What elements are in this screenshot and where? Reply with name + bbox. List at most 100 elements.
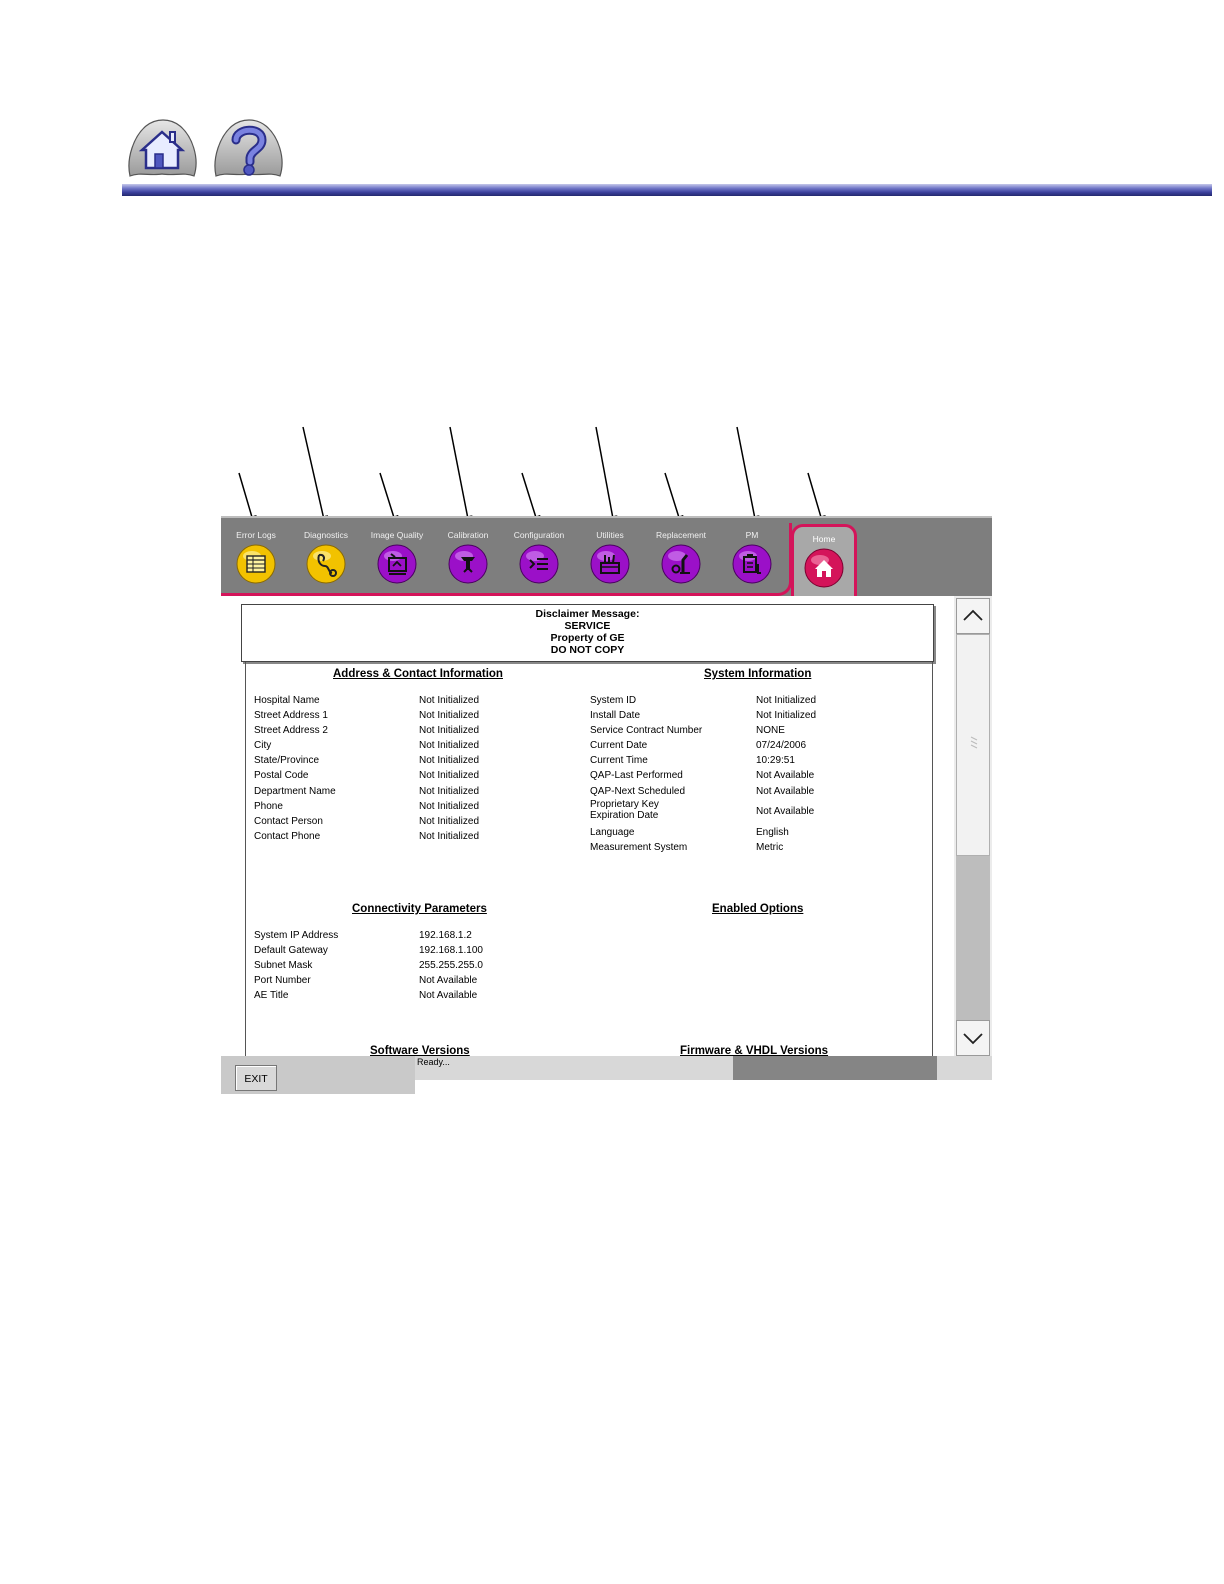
address-row: Postal Code Not Initialized bbox=[254, 768, 479, 783]
field-label: Street Address 2 bbox=[254, 725, 328, 737]
field-label: Postal Code bbox=[254, 770, 309, 782]
address-section-title: Address & Contact Information bbox=[333, 668, 503, 680]
field-value: Not Available bbox=[419, 990, 478, 1002]
address-row: Hospital Name Not Initialized bbox=[254, 693, 479, 708]
field-label: Current Time bbox=[590, 755, 648, 767]
system-row: Current Time 10:29:51 bbox=[590, 753, 816, 768]
field-value: English bbox=[756, 826, 789, 838]
software-section-title: Software Versions bbox=[370, 1045, 470, 1056]
tab-replacement[interactable]: Replacement bbox=[646, 530, 716, 594]
field-label: QAP-Last Performed bbox=[590, 770, 683, 782]
disclaimer-line: Property of GE bbox=[550, 632, 625, 644]
field-label: Street Address 1 bbox=[254, 710, 328, 722]
field-label: Subnet Mask bbox=[254, 960, 313, 972]
system-row: Language English bbox=[590, 825, 816, 840]
system-row: Service Contract Number NONE bbox=[590, 723, 816, 738]
field-value: Not Initialized bbox=[419, 755, 480, 767]
field-value: Not Available bbox=[756, 770, 815, 782]
field-value: Not Available bbox=[756, 805, 815, 817]
address-row: State/Province Not Initialized bbox=[254, 753, 479, 768]
system-row: System ID Not Initialized bbox=[590, 693, 816, 708]
callout-calibration bbox=[449, 426, 473, 526]
tab-error-logs[interactable]: Error Logs bbox=[221, 530, 291, 594]
callout-diagnostics bbox=[302, 426, 329, 526]
stethoscope-icon bbox=[306, 544, 346, 584]
address-row: Street Address 2 Not Initialized bbox=[254, 723, 479, 738]
field-value: Not Initialized bbox=[756, 710, 817, 722]
disclaimer-box: Disclaimer Message: SERVICE Property of … bbox=[241, 604, 934, 662]
system-row: Measurement System Metric bbox=[590, 840, 816, 855]
field-label: Service Contract Number bbox=[590, 725, 703, 737]
field-value: Not Initialized bbox=[419, 770, 480, 782]
scroll-down-button[interactable] bbox=[956, 1020, 990, 1056]
status-message: Ready... bbox=[415, 1056, 733, 1080]
service-toolbar: Error Logs Diagnostics Image Quality Cal… bbox=[221, 516, 992, 598]
system-row: Install Date Not Initialized bbox=[590, 708, 816, 723]
manual-help-button[interactable] bbox=[210, 118, 286, 180]
wrench-icon bbox=[661, 544, 701, 584]
info-panel: Address & Contact Information Hospital N… bbox=[245, 662, 933, 1056]
field-value: 255.255.255.0 bbox=[419, 960, 483, 972]
tab-home[interactable]: Home bbox=[791, 524, 857, 598]
tab-label: PM bbox=[745, 530, 759, 540]
tab-label: Error Logs bbox=[236, 530, 276, 540]
address-row: City Not Initialized bbox=[254, 738, 479, 753]
field-label: Contact Person bbox=[254, 815, 323, 827]
toolbox-icon bbox=[590, 544, 630, 584]
field-value: Not Initialized bbox=[419, 740, 480, 752]
field-label: Phone bbox=[254, 800, 283, 812]
vertical-scrollbar[interactable] bbox=[954, 596, 992, 1056]
system-row: QAP-Next Scheduled Not Available bbox=[590, 784, 816, 799]
tab-calibration[interactable]: Calibration bbox=[433, 530, 503, 594]
field-label: System IP Address bbox=[254, 930, 339, 941]
tab-diagnostics[interactable]: Diagnostics bbox=[291, 530, 361, 594]
field-value: Not Initialized bbox=[419, 725, 480, 737]
log-table-icon bbox=[236, 544, 276, 584]
scroll-up-button[interactable] bbox=[956, 598, 990, 634]
firmware-section-title: Firmware & VHDL Versions bbox=[680, 1045, 829, 1056]
field-value: Not Initialized bbox=[419, 815, 480, 827]
field-value: Not Initialized bbox=[419, 785, 480, 797]
field-value: Not Initialized bbox=[419, 695, 480, 706]
home-icon bbox=[804, 548, 844, 588]
chevron-down-icon bbox=[963, 1033, 983, 1045]
field-value: 192.168.1.2 bbox=[419, 930, 472, 941]
field-value: Not Available bbox=[419, 975, 478, 987]
home-icon bbox=[128, 119, 197, 177]
field-value: 07/24/2006 bbox=[756, 740, 807, 752]
system-list: System ID Not Initialized Install Date Not… bbox=[590, 693, 816, 855]
grip-icon bbox=[970, 736, 978, 749]
tab-image-quality[interactable]: Image Quality bbox=[362, 530, 432, 594]
field-value: Not Available bbox=[756, 785, 815, 797]
tab-configuration[interactable]: Configuration bbox=[504, 530, 574, 594]
field-label: Hospital Name bbox=[254, 695, 320, 706]
status-bar: EXIT Ready... bbox=[221, 1056, 992, 1094]
exit-button[interactable]: EXIT bbox=[235, 1065, 277, 1091]
connectivity-section-title: Connectivity Parameters bbox=[352, 903, 487, 915]
clipboard-icon bbox=[732, 544, 772, 584]
options-section-title: Enabled Options bbox=[712, 903, 804, 915]
manual-home-button[interactable] bbox=[124, 118, 200, 180]
address-row: Contact Person Not Initialized bbox=[254, 814, 479, 829]
system-row: Proprietary Key Expiration Date Not Availa… bbox=[590, 799, 816, 825]
field-label: State/Province bbox=[254, 755, 320, 767]
connectivity-row: AE Title Not Available bbox=[254, 988, 483, 1003]
calibration-icon bbox=[448, 544, 488, 584]
system-row: QAP-Last Performed Not Available bbox=[590, 768, 816, 783]
connectivity-row: System IP Address 192.168.1.2 bbox=[254, 928, 483, 943]
field-value: Not Initialized bbox=[419, 710, 480, 722]
image-quality-icon bbox=[377, 544, 417, 584]
callout-utilities bbox=[595, 426, 618, 526]
field-label: Department Name bbox=[254, 785, 336, 797]
tab-label: Replacement bbox=[655, 530, 707, 540]
address-row: Street Address 1 Not Initialized bbox=[254, 708, 479, 723]
tab-label: Configuration bbox=[513, 530, 565, 540]
tab-utilities[interactable]: Utilities bbox=[575, 530, 645, 594]
field-label: City bbox=[254, 740, 272, 752]
field-label: AE Title bbox=[254, 990, 289, 1002]
disclaimer-line: Disclaimer Message: bbox=[535, 608, 640, 620]
tab-pm[interactable]: PM bbox=[717, 530, 787, 594]
scrollbar-thumb[interactable] bbox=[956, 634, 990, 856]
chevron-up-icon bbox=[963, 609, 983, 621]
field-value: Metric bbox=[756, 841, 784, 853]
